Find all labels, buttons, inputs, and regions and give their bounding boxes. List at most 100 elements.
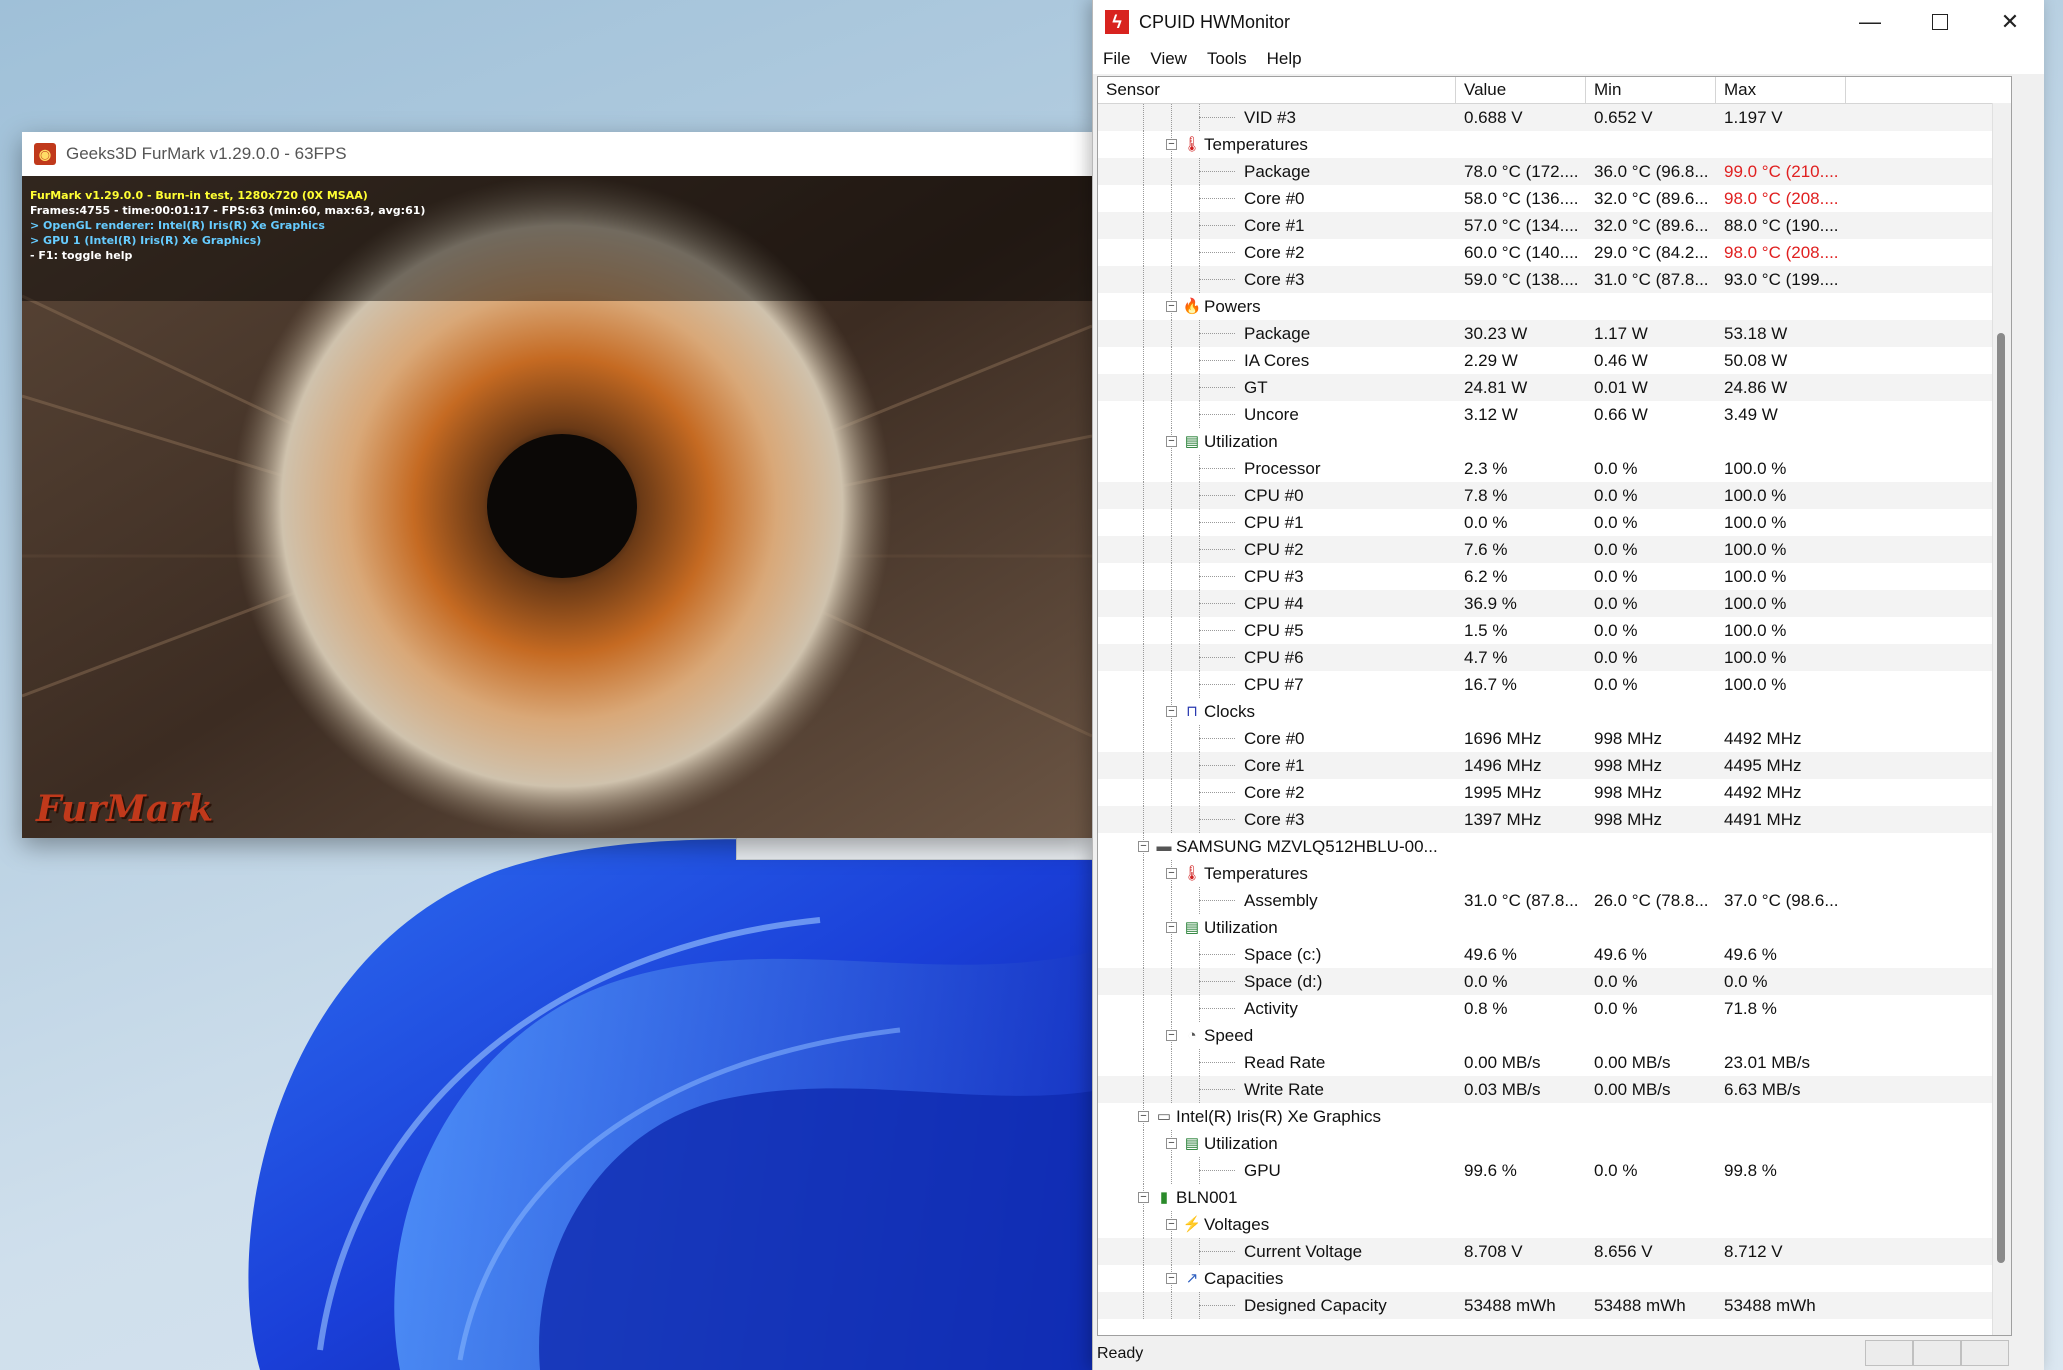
vertical-scrollbar[interactable] [1992, 103, 2011, 1335]
sensor-min-cell: 0.0 % [1594, 674, 1638, 694]
sensor-name-cell: − 🌡 Temperatures [1098, 860, 1456, 887]
sensor-row[interactable]: CPU #1 0.0 % 0.0 % 100.0 % [1098, 509, 2011, 536]
tree-line [1171, 671, 1172, 698]
collapse-toggle-icon[interactable]: − [1166, 922, 1177, 933]
collapse-toggle-icon[interactable]: − [1166, 436, 1177, 447]
sensor-row[interactable]: Core #1 1496 MHz 998 MHz 4495 MHz [1098, 752, 2011, 779]
sensor-row[interactable]: CPU #6 4.7 % 0.0 % 100.0 % [1098, 644, 2011, 671]
sensor-group-row[interactable]: − ◔ Speed [1098, 1022, 2011, 1049]
sensor-group-row[interactable]: − ▮ BLN001 [1098, 1184, 2011, 1211]
sensor-group-row[interactable]: − ▤ Utilization [1098, 428, 2011, 455]
tree-line [1199, 995, 1200, 1022]
tree-line [1171, 941, 1172, 968]
sensor-row[interactable]: CPU #0 7.8 % 0.0 % 100.0 % [1098, 482, 2011, 509]
sensor-max-cell: 23.01 MB/s [1724, 1052, 1810, 1072]
close-icon: ✕ [2000, 9, 2020, 34]
minimize-button[interactable]: — [1835, 0, 1905, 44]
collapse-toggle-icon[interactable]: − [1138, 1111, 1149, 1122]
sensor-row[interactable]: Core #3 59.0 °C (138.... 31.0 °C (87.8... 9… [1098, 266, 2011, 293]
sensor-group-row[interactable]: − ↗ Capacities [1098, 1265, 2011, 1292]
sensor-row[interactable]: Assembly 31.0 °C (87.8... 26.0 °C (78.8...… [1098, 887, 2011, 914]
menu-help[interactable]: Help [1257, 49, 1312, 69]
tree-line [1143, 698, 1144, 725]
collapse-toggle-icon[interactable]: − [1166, 1273, 1177, 1284]
tree-line [1143, 644, 1144, 671]
collapse-toggle-icon[interactable]: − [1166, 1219, 1177, 1230]
sensor-row[interactable]: Write Rate 0.03 MB/s 0.00 MB/s 6.63 MB/s [1098, 1076, 2011, 1103]
sensor-row[interactable]: Processor 2.3 % 0.0 % 100.0 % [1098, 455, 2011, 482]
sensor-row[interactable]: CPU #2 7.6 % 0.0 % 100.0 % [1098, 536, 2011, 563]
collapse-toggle-icon[interactable]: − [1166, 301, 1177, 312]
sensor-row[interactable]: Core #0 58.0 °C (136.... 32.0 °C (89.6... 9… [1098, 185, 2011, 212]
sensor-row[interactable]: Core #3 1397 MHz 998 MHz 4491 MHz [1098, 806, 2011, 833]
tree-line [1143, 131, 1144, 158]
sensor-row[interactable]: Activity 0.8 % 0.0 % 71.8 % [1098, 995, 2011, 1022]
sensor-group-row[interactable]: − ▤ Utilization [1098, 914, 2011, 941]
tree-line [1143, 1211, 1144, 1238]
sensor-group-row[interactable]: − 🔥 Powers [1098, 293, 2011, 320]
column-header-value[interactable]: Value [1456, 77, 1586, 103]
sensor-row[interactable]: Package 78.0 °C (172.... 36.0 °C (96.8... 9… [1098, 158, 2011, 185]
menu-view[interactable]: View [1140, 49, 1197, 69]
sensor-row[interactable]: Core #0 1696 MHz 998 MHz 4492 MHz [1098, 725, 2011, 752]
sensor-min-cell: 29.0 °C (84.2... [1594, 242, 1709, 262]
sensor-group-row[interactable]: − 🌡 Temperatures [1098, 131, 2011, 158]
sensor-value-cell: 59.0 °C (138.... [1464, 269, 1579, 289]
sensor-row[interactable]: Designed Capacity 53488 mWh 53488 mWh 53488… [1098, 1292, 2011, 1319]
close-button[interactable]: ✕ [1975, 0, 2045, 44]
sensor-row[interactable]: Space (d:) 0.0 % 0.0 % 0.0 % [1098, 968, 2011, 995]
drive-icon: ▬ [1156, 837, 1172, 855]
sensor-group-row[interactable]: − ▭ Intel(R) Iris(R) Xe Graphics [1098, 1103, 2011, 1130]
sensor-row[interactable]: Read Rate 0.00 MB/s 0.00 MB/s 23.01 MB/s [1098, 1049, 2011, 1076]
sensor-row[interactable]: Current Voltage 8.708 V 8.656 V 8.712 V [1098, 1238, 2011, 1265]
sensor-row[interactable]: CPU #7 16.7 % 0.0 % 100.0 % [1098, 671, 2011, 698]
sensor-row[interactable]: Uncore 3.12 W 0.66 W 3.49 W [1098, 401, 2011, 428]
tree-line [1143, 266, 1144, 293]
menu-file[interactable]: File [1093, 49, 1140, 69]
sensor-row[interactable]: Core #1 57.0 °C (134.... 32.0 °C (89.6... 8… [1098, 212, 2011, 239]
hwmonitor-titlebar[interactable]: ϟ CPUID HWMonitor — ✕ [1093, 0, 2044, 44]
sensor-tree-table[interactable]: Sensor Value Min Max VID #3 0.688 V 0.652 … [1097, 76, 2012, 1336]
column-header-sensor[interactable]: Sensor [1098, 77, 1456, 103]
menu-tools[interactable]: Tools [1197, 49, 1257, 69]
hwmonitor-window[interactable]: ϟ CPUID HWMonitor — ✕ File View Tools He… [1092, 0, 2044, 1370]
sensor-group-row[interactable]: − ▤ Utilization [1098, 1130, 2011, 1157]
collapse-toggle-icon[interactable]: − [1166, 139, 1177, 150]
sensor-row[interactable]: Core #2 1995 MHz 998 MHz 4492 MHz [1098, 779, 2011, 806]
sensor-min-cell: 32.0 °C (89.6... [1594, 215, 1709, 235]
sensor-group-row[interactable]: − ⊓ Clocks [1098, 698, 2011, 725]
collapse-toggle-icon[interactable]: − [1138, 841, 1149, 852]
maximize-button[interactable] [1905, 0, 1975, 44]
sensor-max-cell: 6.63 MB/s [1724, 1079, 1801, 1099]
sensor-row[interactable]: Core #2 60.0 °C (140.... 29.0 °C (84.2... 9… [1098, 239, 2011, 266]
furmark-window[interactable]: ◉ Geeks3D FurMark v1.29.0.0 - 63FPS FurM… [22, 132, 1092, 838]
sensor-row[interactable]: GT 24.81 W 0.01 W 24.86 W [1098, 374, 2011, 401]
furmark-render-canvas[interactable]: FurMark v1.29.0.0 - Burn-in test, 1280x7… [22, 176, 1092, 838]
sensor-row[interactable]: Space (c:) 49.6 % 49.6 % 49.6 % [1098, 941, 2011, 968]
tree-line [1143, 779, 1144, 806]
sensor-rows: VID #3 0.688 V 0.652 V 1.197 V − 🌡 Temperature… [1098, 104, 2011, 1319]
sensor-name-cell: CPU #5 [1098, 617, 1456, 644]
sensor-row[interactable]: Package 30.23 W 1.17 W 53.18 W [1098, 320, 2011, 347]
furmark-titlebar[interactable]: ◉ Geeks3D FurMark v1.29.0.0 - 63FPS [22, 132, 1092, 176]
sensor-row[interactable]: VID #3 0.688 V 0.652 V 1.197 V [1098, 104, 2011, 131]
collapse-toggle-icon[interactable]: − [1138, 1192, 1149, 1203]
sensor-row[interactable]: IA Cores 2.29 W 0.46 W 50.08 W [1098, 347, 2011, 374]
sensor-value-cell: 1.5 % [1464, 620, 1508, 640]
scrollbar-thumb[interactable] [1997, 333, 2005, 1263]
collapse-toggle-icon[interactable]: − [1166, 706, 1177, 717]
sensor-row[interactable]: CPU #4 36.9 % 0.0 % 100.0 % [1098, 590, 2011, 617]
collapse-toggle-icon[interactable]: − [1166, 1138, 1177, 1149]
collapse-toggle-icon[interactable]: − [1166, 1030, 1177, 1041]
sensor-row[interactable]: CPU #5 1.5 % 0.0 % 100.0 % [1098, 617, 2011, 644]
tree-line [1171, 1157, 1172, 1184]
column-header-max[interactable]: Max [1716, 77, 1846, 103]
sensor-group-row[interactable]: − 🌡 Temperatures [1098, 860, 2011, 887]
sensor-group-row[interactable]: − ▬ SAMSUNG MZVLQ512HBLU-00... [1098, 833, 2011, 860]
sensor-row[interactable]: CPU #3 6.2 % 0.0 % 100.0 % [1098, 563, 2011, 590]
collapse-toggle-icon[interactable]: − [1166, 868, 1177, 879]
sensor-row[interactable]: GPU 99.6 % 0.0 % 99.8 % [1098, 1157, 2011, 1184]
sensor-group-row[interactable]: − ⚡ Voltages [1098, 1211, 2011, 1238]
column-header-min[interactable]: Min [1586, 77, 1716, 103]
tree-line [1143, 1130, 1144, 1157]
